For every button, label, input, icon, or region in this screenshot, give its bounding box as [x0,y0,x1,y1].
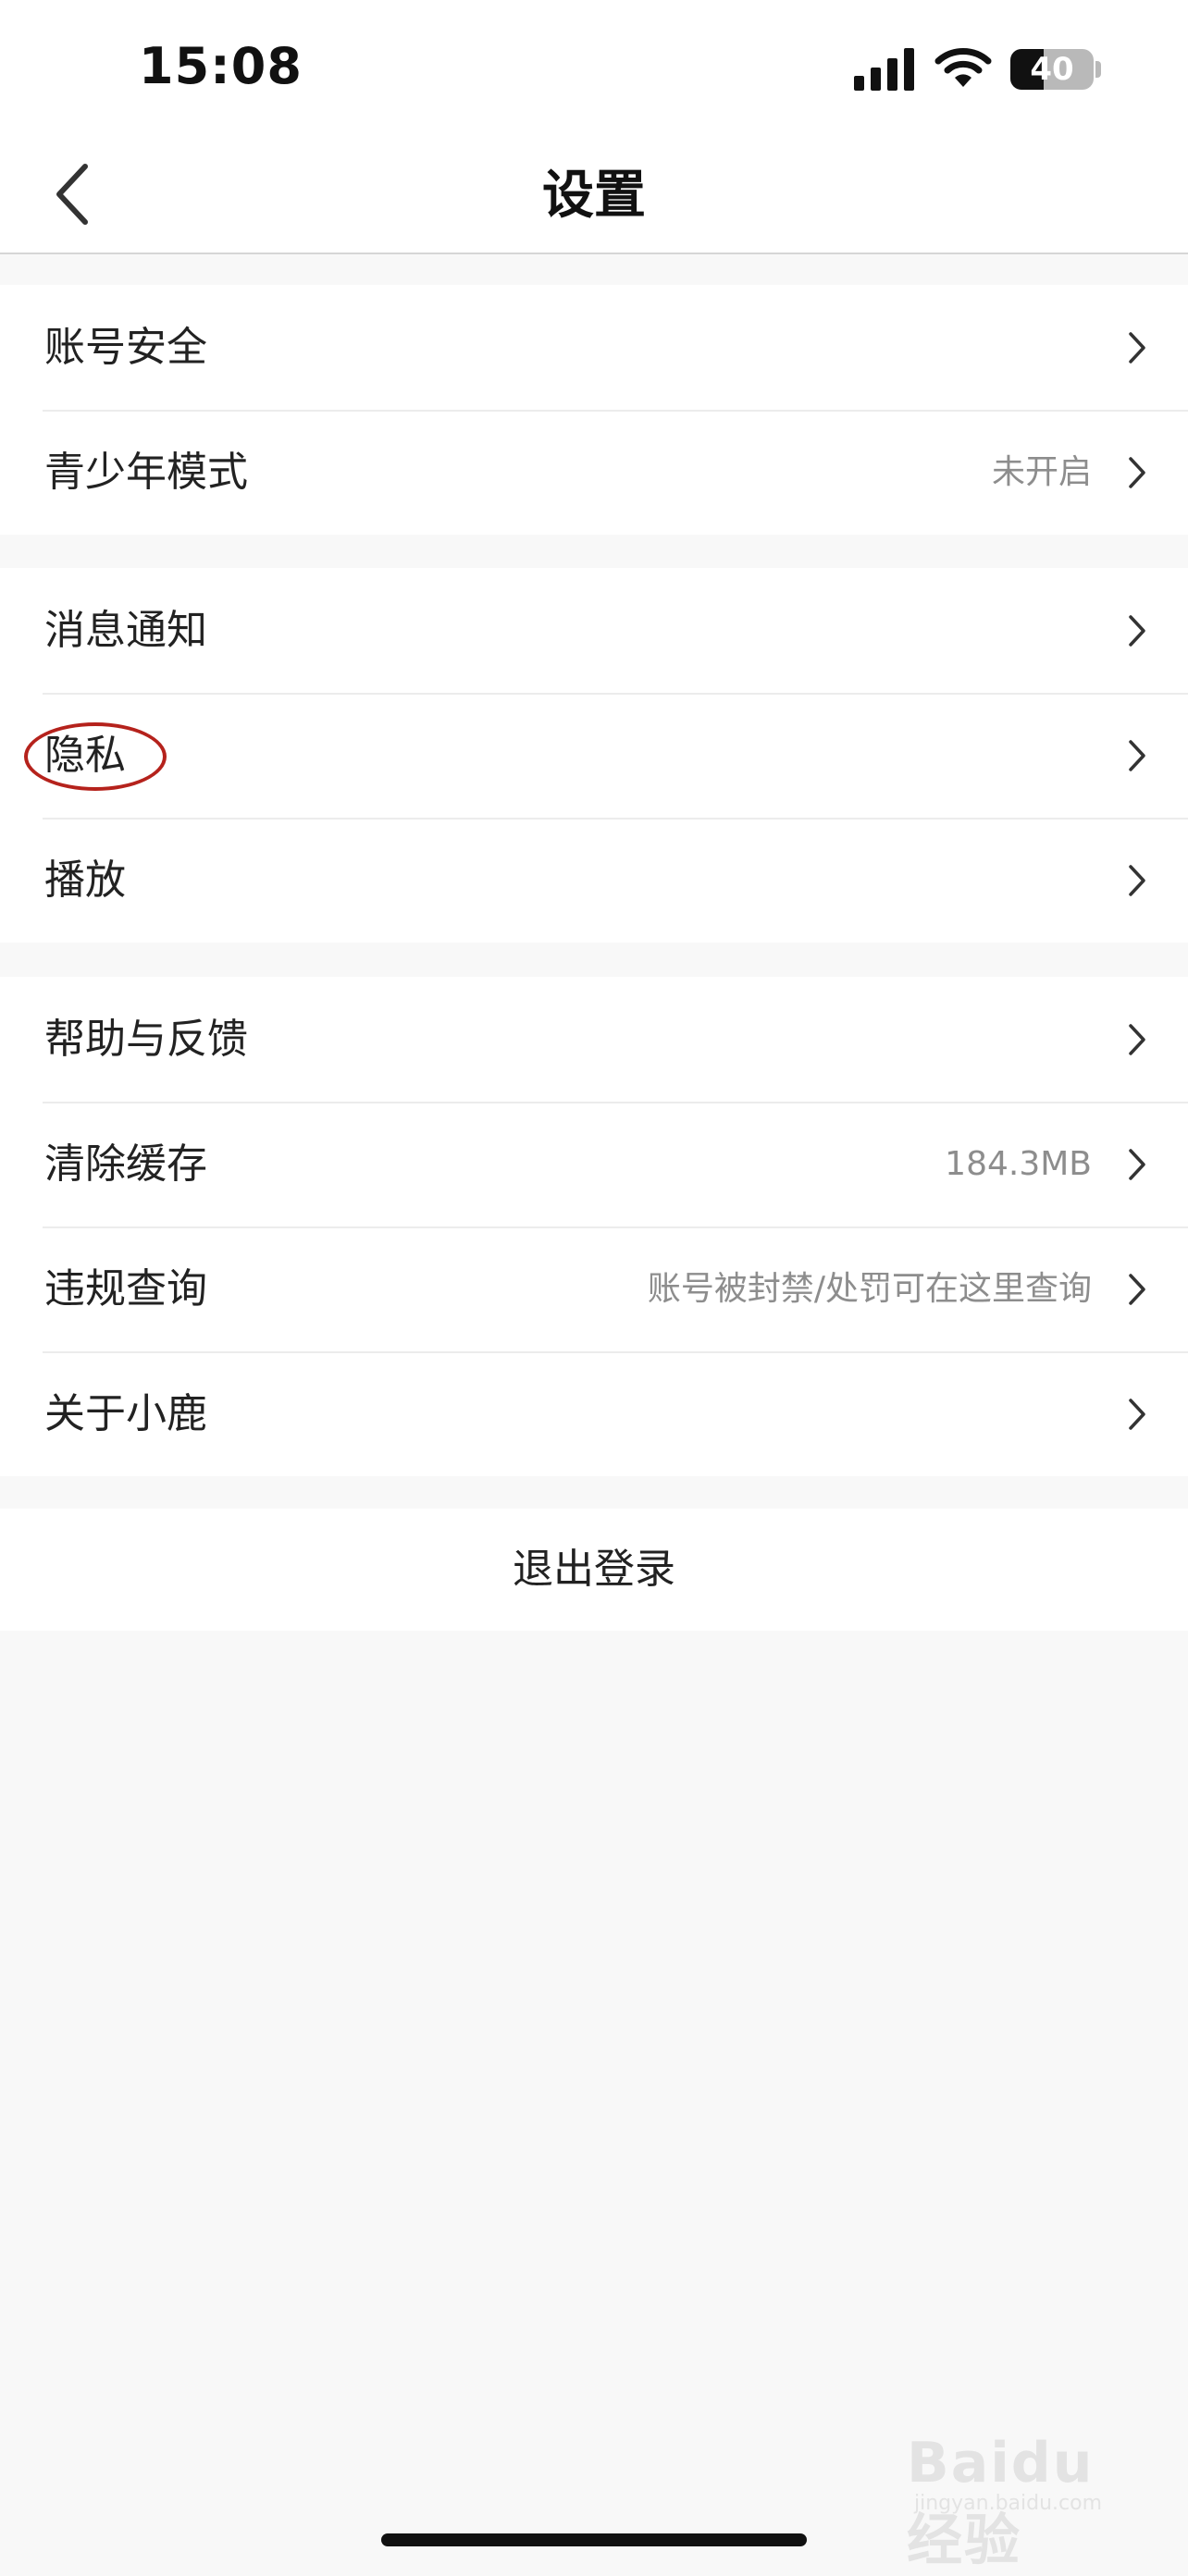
settings-row-playback[interactable]: 播放 [0,818,1188,943]
settings-group-preferences: 消息通知 隐私 播放 [0,568,1188,943]
settings-row-label: 消息通知 [44,607,207,654]
chevron-right-icon [1129,457,1145,488]
settings-row-violation-query[interactable]: 违规查询 账号被封禁/处罚可在这里查询 [0,1226,1188,1351]
chevron-right-icon [1129,1399,1145,1430]
settings-row-value: 未开启 [991,453,1092,491]
settings-row-about[interactable]: 关于小鹿 [0,1351,1188,1476]
chevron-right-icon [1129,1274,1145,1305]
chevron-right-icon [1129,740,1145,771]
settings-row-label: 违规查询 [44,1265,207,1313]
status-time: 15:08 [139,37,303,95]
settings-group-account: 账号安全 青少年模式 未开启 [0,285,1188,535]
settings-row-label: 账号安全 [44,324,207,371]
settings-row-privacy[interactable]: 隐私 [0,693,1188,818]
settings-row-teen-mode[interactable]: 青少年模式 未开启 [0,410,1188,535]
signal-icon [854,48,914,91]
logout-button[interactable]: 退出登录 [0,1509,1188,1631]
settings-row-clear-cache[interactable]: 清除缓存 184.3MB [0,1102,1188,1226]
chevron-right-icon [1129,865,1145,896]
settings-group-support: 帮助与反馈 清除缓存 184.3MB 违规查询 账号被封禁/处罚可在这里查询 关… [0,977,1188,1476]
chevron-right-icon [1129,615,1145,647]
battery-level: 40 [1030,51,1074,88]
settings-row-help-feedback[interactable]: 帮助与反馈 [0,977,1188,1102]
watermark-url: jingyan.baidu.com [914,2492,1103,2515]
settings-row-label: 播放 [44,857,126,904]
wifi-icon [934,48,992,87]
settings-row-label: 青少年模式 [44,449,248,496]
chevron-right-icon [1129,332,1145,364]
chevron-right-icon [1129,1149,1145,1180]
settings-row-account-security[interactable]: 账号安全 [0,285,1188,410]
page-title: 设置 [542,166,646,226]
battery-icon: 40 [1010,49,1094,90]
settings-row-label: 隐私 [44,732,126,779]
settings-row-notifications[interactable]: 消息通知 [0,568,1188,693]
nav-bar: 设置 [0,139,1188,254]
home-indicator [381,2533,807,2546]
status-bar: 15:08 40 [0,0,1188,139]
settings-row-label: 关于小鹿 [44,1390,207,1437]
chevron-right-icon [1129,1024,1145,1055]
battery-cap [1095,61,1101,78]
settings-row-label: 帮助与反馈 [44,1016,248,1063]
cache-size-value: 184.3MB [945,1145,1092,1183]
settings-row-label: 清除缓存 [44,1140,207,1188]
logout-label: 退出登录 [513,1546,675,1593]
baidu-watermark: Baidu经验 jingyan.baidu.com [907,2431,1147,2573]
settings-row-value: 账号被封禁/处罚可在这里查询 [647,1270,1092,1308]
